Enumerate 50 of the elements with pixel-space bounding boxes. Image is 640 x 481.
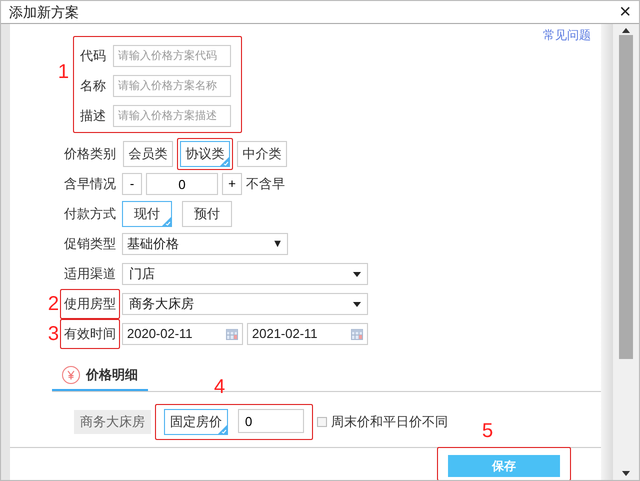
calendar-icon: [226, 328, 238, 340]
text-field[interactable]: 请输入价格方案描述: [113, 105, 231, 127]
field-label: 付款方式: [63, 205, 117, 224]
window-title: 添加新方案: [9, 2, 79, 22]
field-label: 有效时间: [60, 319, 120, 349]
decrement-button[interactable]: -: [122, 173, 142, 195]
promotion-select[interactable]: 基础价格 ▼: [122, 233, 288, 255]
annotation-number: 5: [482, 421, 494, 441]
annotation-number: 1: [58, 62, 69, 85]
scrollbar[interactable]: [613, 24, 639, 480]
scroll-up-icon[interactable]: [622, 28, 630, 33]
option-button[interactable]: 协议类: [180, 141, 230, 167]
option-button[interactable]: 现付: [122, 201, 172, 227]
close-button[interactable]: ×: [619, 2, 631, 22]
checkbox[interactable]: [317, 417, 327, 427]
field-label: 适用渠道: [63, 265, 117, 284]
caret-icon: [353, 302, 361, 306]
option-button[interactable]: 会员类: [123, 141, 173, 167]
annotation-number: 2: [48, 294, 59, 314]
scroll-down-icon[interactable]: [622, 471, 630, 476]
field-label: 促销类型: [63, 235, 117, 254]
field-label: 代码: [80, 47, 107, 66]
price-field[interactable]: 0: [238, 409, 304, 433]
checkbox-label: 周末价和平日价不同: [331, 413, 448, 432]
calendar-icon: [351, 328, 363, 340]
breakfast-note: 不含早: [246, 175, 285, 194]
option-button[interactable]: 中介类: [237, 141, 287, 167]
field-label: 价格类别: [63, 145, 117, 164]
increment-button[interactable]: +: [222, 173, 242, 195]
yen-icon: [62, 366, 80, 384]
date-field[interactable]: 2020-02-11: [122, 323, 243, 345]
option-button[interactable]: 预付: [182, 201, 232, 227]
field-label: 描述: [80, 107, 107, 126]
selected-corner-icon: [162, 217, 171, 226]
help-link[interactable]: 常见问题: [543, 26, 591, 44]
caret-icon: [353, 272, 361, 276]
number-field[interactable]: 0: [146, 173, 218, 195]
date-field[interactable]: 2021-02-11: [247, 323, 368, 345]
field-label: 名称: [80, 77, 107, 96]
channel-select[interactable]: 门店: [122, 263, 368, 285]
option-button[interactable]: 固定房价: [164, 409, 228, 435]
field-label: 含早情况: [63, 175, 117, 194]
tab[interactable]: 价格明细: [52, 361, 148, 391]
annotation-number: 4: [214, 377, 226, 397]
room-name: 商务大床房: [74, 410, 151, 434]
room-type-select[interactable]: 商务大床房: [122, 293, 368, 315]
annotation-number: 3: [48, 324, 59, 344]
text-field[interactable]: 请输入价格方案代码: [113, 45, 231, 67]
field-label: 使用房型: [60, 289, 120, 319]
text-field[interactable]: 请输入价格方案名称: [113, 75, 231, 97]
